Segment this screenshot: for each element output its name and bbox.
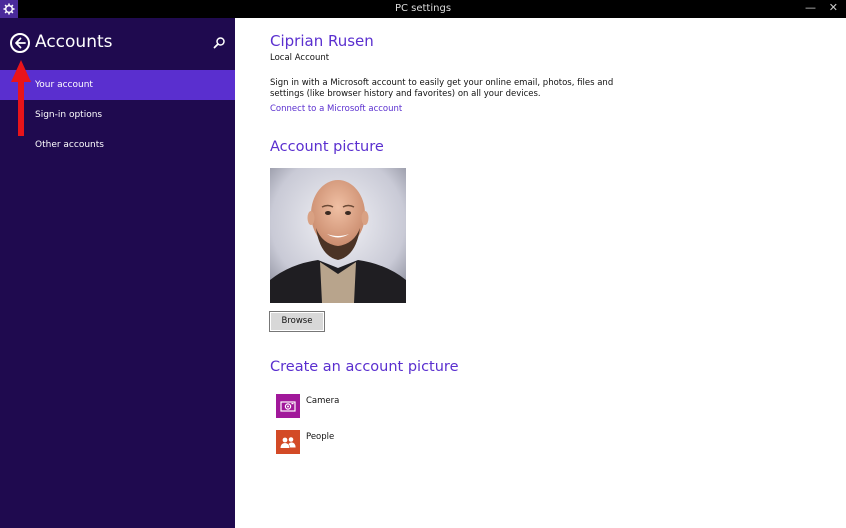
account-description: Sign in with a Microsoft account to easi…: [270, 78, 614, 99]
annotation-arrow-icon: [11, 60, 31, 136]
people-option-label: People: [306, 432, 335, 442]
sidebar-item-your-account[interactable]: Your account: [0, 70, 235, 100]
people-icon: [276, 430, 300, 454]
camera-icon: [276, 394, 300, 418]
sidebar-title: Accounts: [35, 32, 113, 52]
sidebar-item-sign-in-options[interactable]: Sign-in options: [0, 100, 235, 130]
search-icon[interactable]: [212, 35, 226, 49]
sidebar: Accounts Your account Sign-in options Ot…: [0, 18, 235, 528]
create-account-picture-heading: Create an account picture: [270, 359, 459, 375]
window-title: PC settings: [394, 3, 452, 14]
back-button[interactable]: [10, 33, 30, 53]
back-arrow-icon: [15, 37, 26, 49]
account-type: Local Account: [270, 53, 330, 63]
connect-microsoft-account-link[interactable]: Connect to a Microsoft account: [270, 104, 402, 114]
close-button[interactable]: ✕: [829, 2, 838, 14]
camera-option-label: Camera: [306, 396, 340, 406]
account-picture-heading: Account picture: [270, 139, 384, 155]
account-picture: [270, 168, 406, 303]
sidebar-nav: Your account Sign-in options Other accou…: [0, 70, 235, 160]
user-name: Ciprian Rusen: [270, 32, 374, 50]
browse-button[interactable]: Browse: [269, 311, 325, 332]
minimize-button[interactable]: —: [805, 2, 816, 14]
title-bar: PC settings — ✕: [0, 0, 846, 18]
sidebar-item-other-accounts[interactable]: Other accounts: [0, 130, 235, 160]
